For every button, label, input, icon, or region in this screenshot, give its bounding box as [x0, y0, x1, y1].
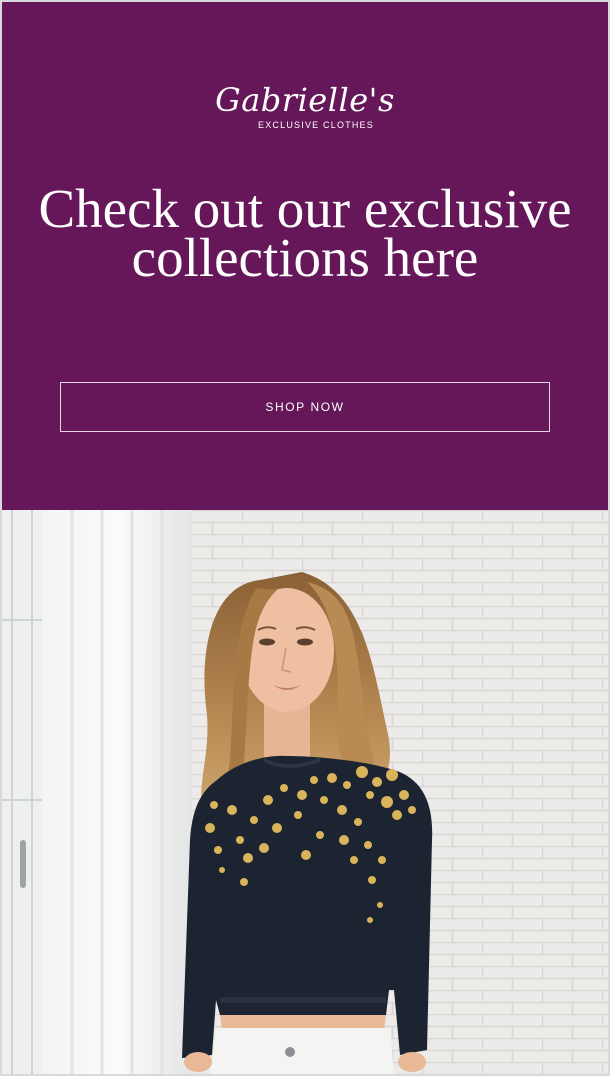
hero-section: Gabrielle's EXCLUSIVE CLOTHES Check out …: [2, 2, 608, 510]
window: [2, 510, 48, 1074]
curtain: [42, 510, 192, 1074]
model-photo: [2, 510, 608, 1074]
brand-logo: Gabrielle's EXCLUSIVE CLOTHES: [2, 82, 608, 130]
brand-tagline: EXCLUSIVE CLOTHES: [258, 120, 374, 130]
brand-name: Gabrielle's: [215, 81, 395, 119]
ad-banner: Gabrielle's EXCLUSIVE CLOTHES Check out …: [2, 2, 608, 1074]
hero-headline: Check out our exclusive collections here: [38, 178, 572, 288]
window-handle: [20, 840, 26, 888]
shop-now-button[interactable]: SHOP NOW: [60, 382, 550, 432]
jeans: [210, 1028, 394, 1074]
